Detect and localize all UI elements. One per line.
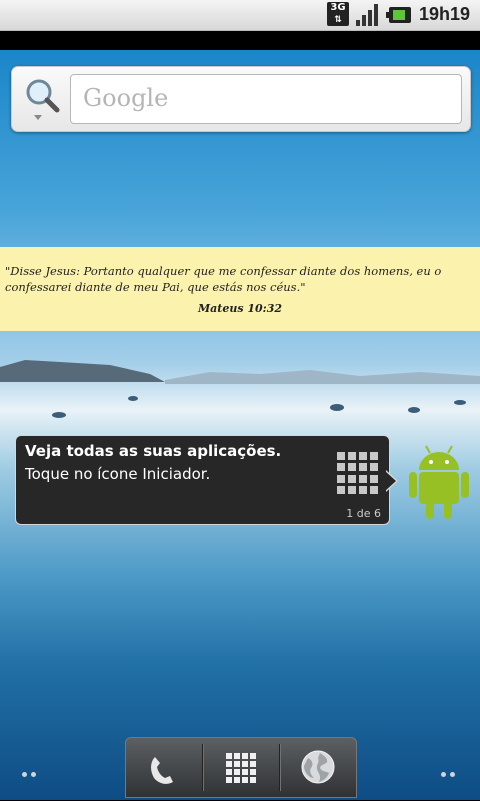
launcher-button[interactable] — [203, 738, 279, 797]
battery-icon — [386, 7, 411, 23]
search-field[interactable] — [70, 74, 462, 124]
phone-icon — [151, 757, 173, 784]
search-icon[interactable] — [24, 77, 60, 121]
browser-globe-icon — [301, 750, 335, 784]
browser-button[interactable] — [280, 738, 356, 797]
launcher-grid-icon — [226, 753, 256, 783]
page-dots-left[interactable] — [22, 762, 40, 777]
phone-button[interactable] — [126, 738, 202, 797]
page-dots-right[interactable] — [441, 762, 459, 777]
launcher-tip-bubble[interactable]: Veja todas as suas aplicações. Toque no … — [15, 435, 390, 525]
3g-icon: 3G ⇅ — [327, 2, 349, 26]
tip-title: Veja todas as suas aplicações. — [25, 442, 282, 460]
google-search-widget[interactable] — [11, 66, 471, 132]
rock — [52, 412, 66, 418]
verse-reference: Mateus 10:32 — [197, 302, 283, 315]
wallpaper — [0, 50, 480, 800]
signal-icon — [356, 4, 382, 26]
verse-widget[interactable]: "Disse Jesus: Portanto qualquer que me c… — [0, 247, 480, 331]
tip-arrow — [385, 470, 398, 492]
search-input[interactable] — [81, 75, 455, 121]
rock — [408, 407, 420, 413]
rock — [330, 404, 344, 411]
rock — [454, 400, 466, 405]
rock — [128, 396, 138, 401]
clock: 19h19 — [419, 4, 471, 24]
tip-page-indicator: 1 de 6 — [346, 507, 381, 520]
verse-text: "Disse Jesus: Portanto qualquer que me c… — [5, 264, 442, 294]
android-robot-icon — [409, 445, 469, 519]
dock — [125, 737, 357, 798]
status-bar: 3G ⇅ 19h19 — [0, 0, 480, 31]
wallpaper-mountains — [0, 360, 480, 384]
launcher-grid-icon — [337, 452, 379, 494]
tip-body: Toque no ícone Iniciador. — [25, 465, 211, 483]
